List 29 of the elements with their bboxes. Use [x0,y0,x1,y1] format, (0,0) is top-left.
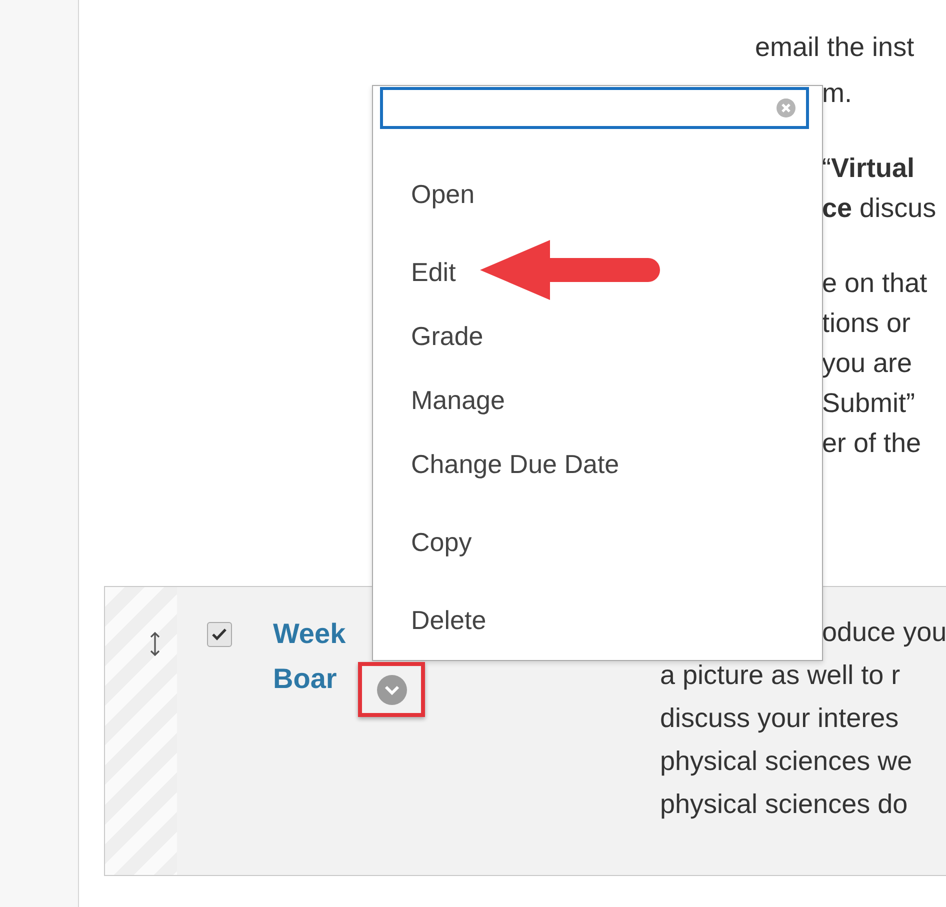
item-title-link[interactable]: Week [273,611,346,656]
search-field[interactable] [380,87,809,129]
drag-handle-icon[interactable] [149,630,161,657]
menu-item[interactable]: Delete [373,588,496,652]
checkmark-icon [212,628,227,641]
menu-item[interactable]: Change Due Date [373,432,630,496]
item-title-link[interactable]: Boar [273,656,337,701]
menu-item[interactable]: Open [373,162,485,226]
text-line: tions or [822,307,911,340]
menu-item[interactable]: Edit [373,240,466,304]
text-line: physical sciences do [660,788,908,821]
text-line: ce discus [822,192,936,225]
menu-item[interactable]: Copy [373,510,482,574]
text-line: discuss your interes [660,702,899,735]
chevron-button[interactable] [376,674,408,706]
text-line: you are [822,347,912,380]
highlight-frame [358,662,425,717]
text-line: “Virtual [822,152,915,185]
text-line: er of the [822,427,922,460]
text-line: a picture as well to r [660,659,900,692]
text-line: oduce you [822,616,946,649]
text-line: physical sciences we [660,745,912,778]
text-line: e on that [822,267,928,300]
menu-item[interactable]: Grade [373,304,494,368]
text-line: m. [822,77,852,110]
checkbox[interactable] [207,622,232,647]
text-line: email the inst [755,31,914,64]
menu-item[interactable]: Manage [373,368,515,432]
text-line: Submit” [822,387,916,420]
